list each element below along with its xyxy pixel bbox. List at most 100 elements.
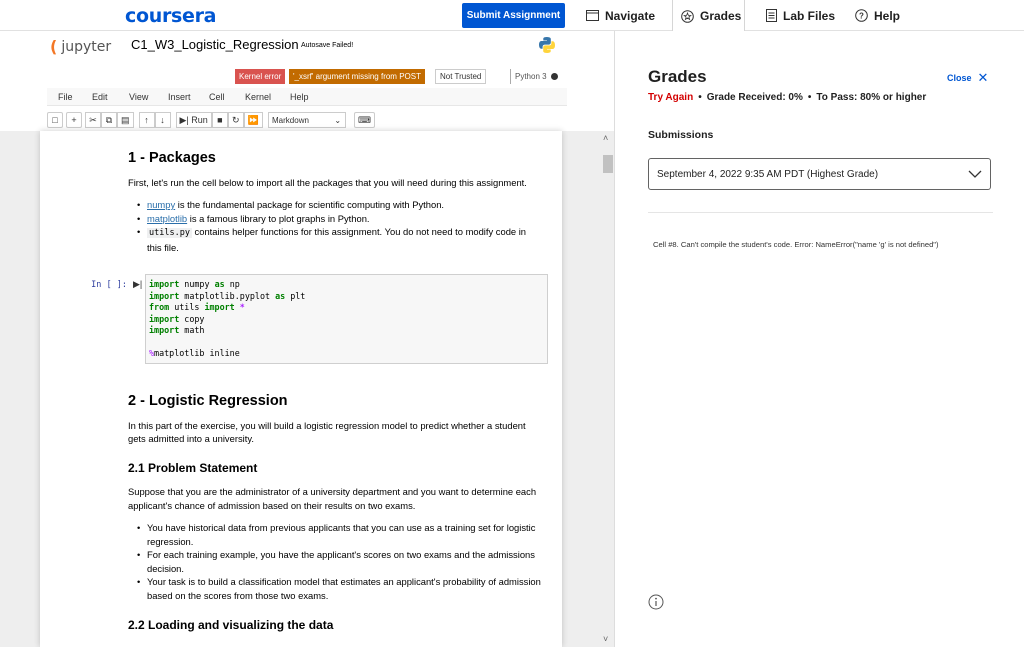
keyboard-icon[interactable]: ⌨: [354, 112, 376, 128]
info-icon[interactable]: [648, 594, 664, 610]
coursera-logo[interactable]: coursera: [125, 5, 217, 27]
problem-statement-list: You have historical data from previous a…: [128, 521, 543, 602]
cell-type-value: Markdown: [272, 115, 309, 125]
python-logo-icon: [539, 37, 555, 53]
numpy-link[interactable]: numpy: [147, 199, 175, 210]
notebook-scrollbar[interactable]: [602, 131, 614, 647]
jupyter-frame: ( jupyter C1_W3_Logistic_Regression Auto…: [0, 31, 615, 647]
list-item-text: contains helper functions for this assig…: [147, 226, 527, 253]
menu-file[interactable]: File: [58, 92, 73, 102]
submit-assignment-button[interactable]: Submit Assignment: [462, 3, 565, 28]
close-button[interactable]: Close ✕: [947, 70, 988, 86]
packages-heading: 1 - Packages: [128, 150, 216, 166]
list-item: utils.py contains helper functions for t…: [128, 225, 543, 254]
problem-statement-heading: 2.1 Problem Statement: [128, 460, 258, 475]
matplotlib-link[interactable]: matplotlib: [147, 213, 187, 224]
grades-panel: Grades Close ✕ Try Again • Grade Receive…: [616, 31, 1024, 647]
jupyter-header: ( jupyter C1_W3_Logistic_Regression Auto…: [0, 31, 614, 131]
code-line: import copy: [149, 313, 205, 324]
menu-help[interactable]: Help: [290, 92, 309, 102]
add-cell-icon[interactable]: +: [66, 112, 82, 128]
scroll-down-icon[interactable]: ˅: [603, 634, 608, 644]
menu-view[interactable]: View: [129, 92, 148, 102]
scrollbar-thumb[interactable]: [603, 155, 613, 173]
notebook-status-row: Kernel error '_xsrf' argument missing fr…: [47, 67, 567, 87]
svg-text:?: ?: [859, 12, 864, 21]
packages-list: numpy is the fundamental package for sci…: [128, 198, 543, 254]
xsrf-error-badge[interactable]: '_xsrf' argument missing from POST: [289, 69, 425, 84]
separator-dot: •: [807, 92, 812, 103]
restart-icon[interactable]: ↻: [227, 112, 244, 128]
move-up-icon[interactable]: ↑: [138, 112, 155, 128]
notebook-scroll-area[interactable]: 1 - Packages First, let's run the cell b…: [0, 131, 614, 647]
list-item: For each training example, you have the …: [128, 548, 543, 575]
list-item: You have historical data from previous a…: [128, 521, 543, 548]
help-circle-icon: ?: [855, 9, 868, 22]
chevron-down-icon: [968, 170, 982, 178]
code-line: import matplotlib.pyplot as plt: [149, 290, 306, 301]
menu-insert[interactable]: Insert: [168, 92, 191, 102]
jupyter-logo[interactable]: ( jupyter: [50, 37, 111, 56]
list-item: numpy is the fundamental package for sci…: [128, 198, 543, 212]
submission-select[interactable]: September 4, 2022 9:35 AM PDT (Highest G…: [648, 158, 991, 190]
nav-navigate[interactable]: Navigate: [586, 0, 655, 31]
notebook-page: 1 - Packages First, let's run the cell b…: [40, 131, 562, 647]
problem-statement-intro: Suppose that you are the administrator o…: [128, 486, 537, 511]
run-icon: ▶|: [179, 114, 192, 125]
menu-kernel[interactable]: Kernel: [245, 92, 271, 102]
save-icon[interactable]: □: [47, 112, 63, 128]
fast-forward-icon[interactable]: ⏩: [243, 112, 264, 128]
kernel-error-badge[interactable]: Kernel error: [235, 69, 286, 84]
kernel-indicator: Python 3: [510, 69, 558, 84]
cut-icon[interactable]: ✂: [85, 112, 101, 128]
nav-lab-files[interactable]: Lab Files: [766, 0, 835, 31]
not-trusted-badge[interactable]: Not Trusted: [435, 69, 487, 84]
divider: [648, 212, 993, 213]
copy-icon[interactable]: ⧉: [101, 112, 117, 128]
code-cell[interactable]: import numpy as np import matplotlib.pyp…: [145, 274, 548, 364]
code-line: from utils import *: [149, 302, 245, 312]
notebook-title[interactable]: C1_W3_Logistic_Regression: [131, 37, 299, 52]
scroll-up-icon[interactable]: ˄: [603, 133, 608, 143]
file-icon: [766, 9, 777, 22]
list-item: Your task is to build a classification m…: [128, 575, 543, 602]
notebook-toolbar: □ + ✂ ⧉ ▤ ↑ ↓ ▶| Run ■ ↻ ⏩ Markdown ⌄ ⌨: [47, 111, 378, 129]
logistic-regression-intro: In this part of the exercise, you will b…: [128, 419, 526, 445]
inline-code: utils.py: [147, 228, 192, 238]
code-line: import numpy as np: [149, 279, 240, 289]
logistic-regression-heading: 2 - Logistic Regression: [128, 393, 288, 409]
pass-threshold: To Pass: 80% or higher: [816, 92, 927, 103]
grade-status-row: Try Again • Grade Received: 0% • To Pass…: [648, 92, 926, 103]
top-navbar: coursera Submit Assignment Navigate Grad…: [0, 0, 1024, 32]
run-cell-icon[interactable]: ▶|: [133, 279, 142, 290]
cell-type-select[interactable]: Markdown ⌄: [268, 112, 347, 128]
menu-cell[interactable]: Cell: [209, 92, 225, 102]
paste-icon[interactable]: ▤: [117, 112, 134, 128]
jupyter-mark-icon: (: [50, 37, 58, 56]
loading-data-heading: 2.2 Loading and visualizing the data: [128, 618, 334, 632]
list-item-text: is the fundamental package for scientifi…: [175, 199, 445, 210]
run-button[interactable]: ▶| Run: [175, 112, 212, 128]
code-line: import math: [149, 325, 205, 335]
chevron-down-icon: ⌄: [334, 115, 342, 125]
submission-select-value: September 4, 2022 9:35 AM PDT (Highest G…: [657, 168, 879, 180]
nav-help-label: Help: [874, 8, 901, 23]
try-again-status: Try Again: [648, 92, 694, 103]
packages-intro: First, let's run the cell below to impor…: [128, 176, 527, 188]
cell-prompt: In [ ]:: [91, 280, 127, 290]
close-label: Close: [947, 73, 972, 83]
close-icon: ✕: [977, 70, 989, 85]
nav-navigate-label: Navigate: [605, 8, 656, 23]
nav-help[interactable]: ? Help: [855, 0, 900, 31]
move-down-icon[interactable]: ↓: [154, 112, 171, 128]
nav-grades[interactable]: Grades: [672, 0, 745, 32]
nav-grades-label: Grades: [700, 9, 742, 23]
stop-icon[interactable]: ■: [211, 112, 228, 128]
menu-edit[interactable]: Edit: [92, 92, 108, 102]
nav-lab-files-label: Lab Files: [783, 8, 836, 23]
jupyter-brand: jupyter: [61, 38, 112, 55]
logistic-regression-section: 2 - Logistic Regression In this part of …: [128, 393, 543, 633]
list-item-text: is a famous library to plot graphs in Py…: [187, 212, 370, 224]
grade-received: Grade Received: 0%: [706, 92, 803, 103]
